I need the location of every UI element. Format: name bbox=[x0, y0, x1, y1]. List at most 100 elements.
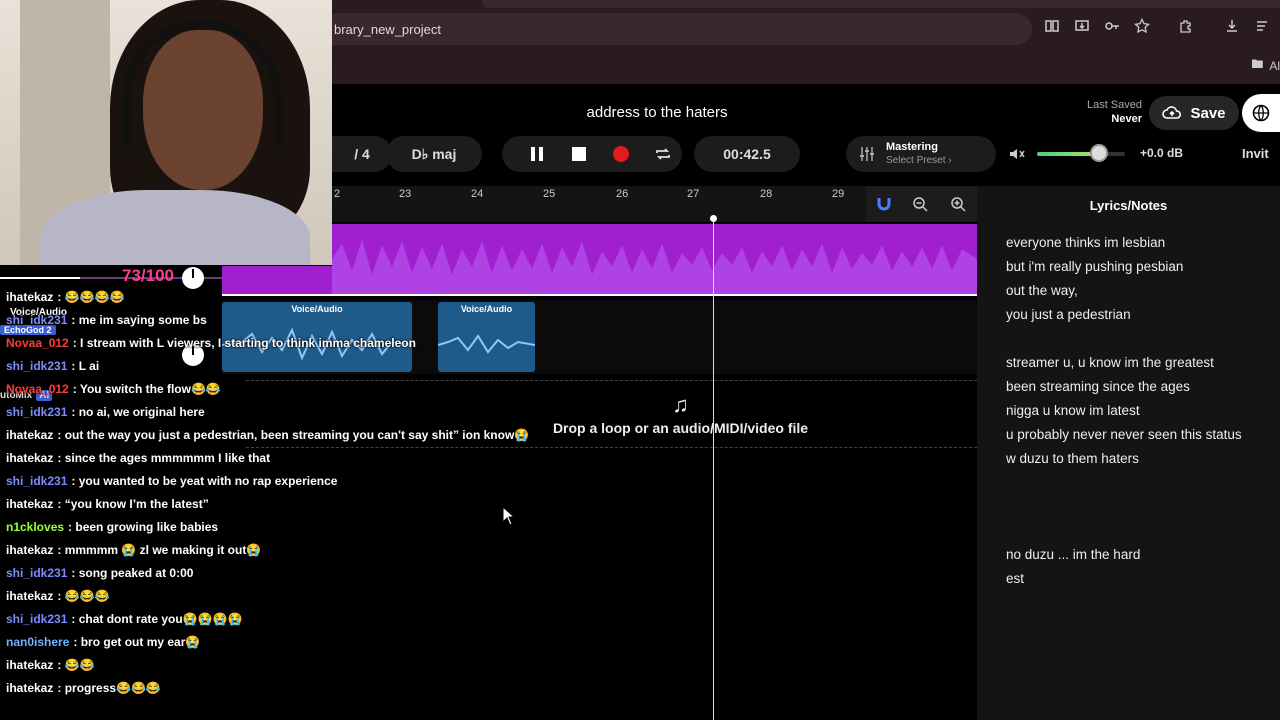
chat-username: shi_idk231 bbox=[6, 313, 68, 327]
volume-slider-knob[interactable] bbox=[1089, 144, 1108, 162]
chat-username: shi_idk231 bbox=[6, 474, 68, 488]
lyric-line[interactable]: but i'm really pushing pesbian bbox=[977, 255, 1280, 279]
stop-icon bbox=[572, 147, 586, 161]
chat-messages: ihatekaz: 😂😂😂😂 shi_idk231: me im saying s… bbox=[0, 286, 560, 700]
tab-search-icon[interactable] bbox=[1252, 16, 1272, 36]
browser-toolbar: brary_new_project 🖿 Al bbox=[332, 0, 1280, 84]
mastering-label: Mastering bbox=[886, 141, 938, 153]
chat-text: : chat dont rate you😭😭😭😭 bbox=[71, 612, 243, 626]
chat-message: nan0ishere: bro get out my ear😭 bbox=[0, 631, 560, 654]
extensions-icon[interactable] bbox=[1176, 16, 1196, 36]
cloud-upload-icon bbox=[1162, 106, 1182, 119]
mute-button[interactable] bbox=[1007, 144, 1027, 164]
chat-username: ihatekaz bbox=[6, 451, 54, 465]
chat-username: ihatekaz bbox=[6, 589, 54, 603]
ruler-mark: 2 bbox=[334, 188, 341, 200]
lyrics-text[interactable]: everyone thinks im lesbian but i'm really… bbox=[977, 231, 1280, 591]
lyric-line[interactable]: everyone thinks im lesbian bbox=[977, 231, 1280, 255]
share-button[interactable] bbox=[1242, 94, 1280, 132]
lyric-line[interactable]: streamer u, u know im the greatest bbox=[977, 351, 1280, 375]
ruler-mark: 28 bbox=[760, 188, 773, 200]
record-button[interactable] bbox=[611, 144, 631, 164]
save-button[interactable]: Save bbox=[1149, 96, 1239, 130]
loop-icon bbox=[656, 148, 670, 160]
time-value: 00:42.5 bbox=[723, 146, 771, 162]
zoom-out-icon[interactable] bbox=[912, 196, 929, 212]
chat-text: : song peaked at 0:00 bbox=[71, 566, 194, 580]
pause-button[interactable] bbox=[527, 144, 547, 164]
lyrics-panel[interactable]: Lyrics/Notes everyone thinks im lesbian b… bbox=[977, 186, 1280, 720]
lyric-line[interactable]: est bbox=[977, 567, 1280, 591]
address-bar[interactable]: brary_new_project bbox=[332, 13, 1032, 45]
music-note-icon: ♫ bbox=[672, 392, 689, 417]
download-icon[interactable] bbox=[1222, 16, 1242, 36]
lyric-line[interactable] bbox=[977, 327, 1280, 351]
ruler-mark: 25 bbox=[543, 188, 556, 200]
chat-message: ihatekaz: 😂😂😂 bbox=[0, 585, 560, 608]
ruler-mark: 27 bbox=[687, 188, 700, 200]
mastering-selector[interactable]: Mastering Select Preset › bbox=[846, 136, 996, 172]
chat-username: shi_idk231 bbox=[6, 359, 68, 373]
lyric-line[interactable] bbox=[977, 519, 1280, 543]
playhead[interactable] bbox=[713, 216, 714, 720]
chat-username: ihatekaz bbox=[6, 497, 54, 511]
all-bookmarks[interactable]: 🖿 Al bbox=[1251, 55, 1280, 76]
address-bar-text: brary_new_project bbox=[334, 21, 441, 37]
lyric-line[interactable]: nigga u know im latest bbox=[977, 399, 1280, 423]
volume-db: +0.0 dB bbox=[1140, 146, 1184, 160]
password-key-icon[interactable] bbox=[1102, 16, 1122, 36]
beat-waveform bbox=[332, 239, 977, 294]
chat-text: : out the way you just a pedestrian, bee… bbox=[57, 428, 530, 442]
app-header: address to the haters Last Saved Never S… bbox=[312, 84, 1280, 186]
chat-username: shi_idk231 bbox=[6, 612, 68, 626]
chat-message: ihatekaz: “you know I’m the latest” bbox=[0, 493, 560, 516]
bookmark-star-icon[interactable] bbox=[1132, 16, 1152, 36]
last-saved: Last Saved Never bbox=[1062, 98, 1142, 126]
chat-text: : mmmmm 😭 zl we making it out😭 bbox=[57, 543, 262, 557]
magnet-icon[interactable] bbox=[877, 196, 891, 212]
key-selector[interactable]: D♭ maj bbox=[386, 136, 482, 172]
chat-message: Novaa_012: I stream with L viewers, I st… bbox=[0, 332, 560, 355]
zoom-in-icon[interactable] bbox=[950, 196, 966, 212]
chat-username: ihatekaz bbox=[6, 290, 54, 304]
bar-count-text: / 4 bbox=[354, 146, 370, 162]
stop-button[interactable] bbox=[569, 144, 589, 164]
lyrics-title: Lyrics/Notes bbox=[1089, 198, 1168, 213]
chat-message: shi_idk231: me im saying some bs bbox=[0, 309, 560, 332]
project-title[interactable]: address to the haters bbox=[332, 104, 982, 121]
chat-text: : “you know I’m the latest” bbox=[57, 497, 209, 511]
mixer-sliders-icon bbox=[860, 147, 874, 161]
chat-username: Novaa_012 bbox=[6, 382, 69, 396]
lyric-line[interactable]: been streaming since the ages bbox=[977, 375, 1280, 399]
chat-text: : You switch the flow😂😂 bbox=[72, 382, 221, 396]
loop-button[interactable] bbox=[653, 144, 673, 164]
chat-message: n1ckloves: been growing like babies bbox=[0, 516, 560, 539]
chat-username: Novaa_012 bbox=[6, 336, 69, 350]
chat-message: ihatekaz: out the way you just a pedestr… bbox=[0, 424, 560, 447]
chat-message: ihatekaz: since the ages mmmmmm I like t… bbox=[0, 447, 560, 470]
chat-message: shi_idk231: song peaked at 0:00 bbox=[0, 562, 560, 585]
chat-text: : progress😂😂😂 bbox=[57, 681, 161, 695]
chat-text: : me im saying some bs bbox=[71, 313, 207, 327]
install-app-icon[interactable] bbox=[1072, 16, 1092, 36]
lyric-line[interactable]: out the way, bbox=[977, 279, 1280, 303]
lyric-line[interactable]: you just a pedestrian bbox=[977, 303, 1280, 327]
lyric-line[interactable]: no duzu ... im the hard bbox=[977, 543, 1280, 567]
record-icon bbox=[613, 146, 629, 162]
invite-button[interactable]: Invit bbox=[1242, 146, 1269, 161]
chat-message: ihatekaz: progress😂😂😂 bbox=[0, 677, 560, 700]
lyric-line[interactable]: w duzu to them haters bbox=[977, 447, 1280, 471]
timeline-tools bbox=[866, 186, 977, 222]
playhead-handle[interactable] bbox=[710, 215, 717, 222]
ruler-mark: 24 bbox=[471, 188, 484, 200]
lyric-line[interactable] bbox=[977, 471, 1280, 495]
chat-message: shi_idk231: L ai bbox=[0, 355, 560, 378]
chat-username: n1ckloves bbox=[6, 520, 65, 534]
lyric-line[interactable] bbox=[977, 495, 1280, 519]
lyric-line[interactable]: u probably never never seen this status bbox=[977, 423, 1280, 447]
ruler-mark: 26 bbox=[616, 188, 629, 200]
reading-mode-icon[interactable] bbox=[1042, 16, 1062, 36]
volume-slider[interactable] bbox=[1037, 144, 1125, 162]
key-label: D♭ maj bbox=[411, 145, 457, 162]
score-counter: 73/100 bbox=[122, 266, 174, 285]
